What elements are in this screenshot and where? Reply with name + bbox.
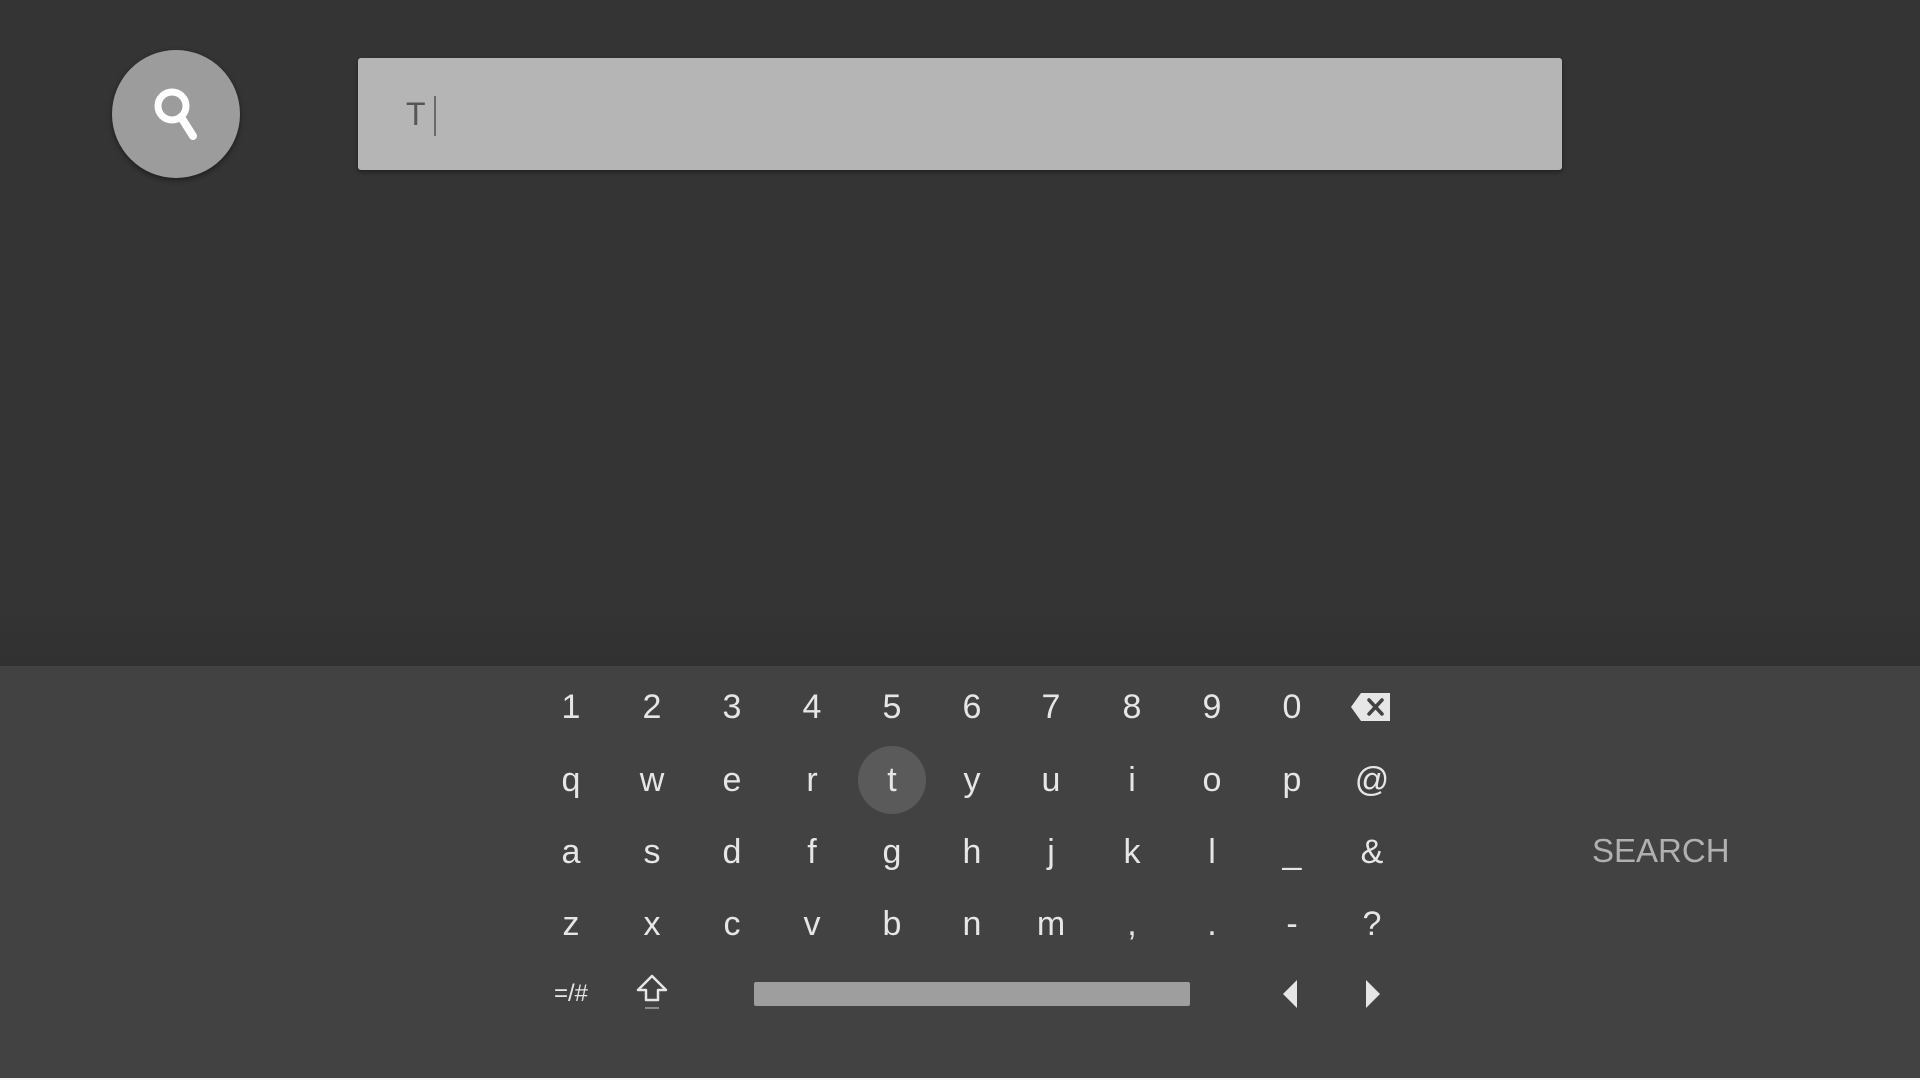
key-&[interactable]: & (1338, 818, 1406, 886)
key-9[interactable]: 9 (1178, 673, 1246, 741)
key-c[interactable]: c (698, 890, 766, 958)
key-t[interactable]: t (858, 746, 926, 814)
screen: T =/# SEARCH 1 2 3 4 5 6 7 8 9 0 q w e r t y u i o p @ a s d f g h… (0, 0, 1920, 1080)
key-w[interactable]: w (618, 746, 686, 814)
key-u[interactable]: u (1017, 746, 1085, 814)
key-r[interactable]: r (778, 746, 846, 814)
key-2[interactable]: 2 (618, 673, 686, 741)
key-3[interactable]: 3 (698, 673, 766, 741)
key-q[interactable]: q (537, 746, 605, 814)
key-l[interactable]: l (1178, 818, 1246, 886)
key-k[interactable]: k (1098, 818, 1166, 886)
key-m[interactable]: m (1017, 890, 1085, 958)
key-.[interactable]: . (1178, 890, 1246, 958)
key-d[interactable]: d (698, 818, 766, 886)
search-query-text: T (406, 96, 426, 132)
key-,[interactable]: , (1098, 890, 1166, 958)
text-caret (434, 96, 436, 136)
key-b[interactable]: b (858, 890, 926, 958)
key--[interactable]: - (1258, 890, 1326, 958)
key-p[interactable]: p (1258, 746, 1326, 814)
search-orb[interactable] (112, 50, 240, 178)
key-a[interactable]: a (537, 818, 605, 886)
key-1[interactable]: 1 (537, 673, 605, 741)
shift-icon (636, 974, 668, 1009)
key-y[interactable]: y (938, 746, 1006, 814)
backspace-key[interactable] (1337, 673, 1405, 741)
search-input[interactable]: T (358, 58, 1562, 170)
arrow-left-icon (1283, 980, 1297, 1008)
arrow-right-icon (1366, 980, 1380, 1008)
key-s[interactable]: s (618, 818, 686, 886)
key-n[interactable]: n (938, 890, 1006, 958)
key-x[interactable]: x (618, 890, 686, 958)
cursor-left-key[interactable] (1256, 960, 1324, 1028)
search-action-button[interactable]: SEARCH (1592, 826, 1730, 876)
key-f[interactable]: f (778, 818, 846, 886)
key-@[interactable]: @ (1338, 746, 1406, 814)
search-icon (154, 88, 197, 140)
key-8[interactable]: 8 (1098, 673, 1166, 741)
symbols-key[interactable]: =/# (537, 960, 605, 1028)
key-v[interactable]: v (778, 890, 846, 958)
cursor-right-key[interactable] (1339, 960, 1407, 1028)
key-6[interactable]: 6 (938, 673, 1006, 741)
key-j[interactable]: j (1017, 818, 1085, 886)
key-?[interactable]: ? (1338, 890, 1406, 958)
key-4[interactable]: 4 (778, 673, 846, 741)
key-h[interactable]: h (938, 818, 1006, 886)
key-o[interactable]: o (1178, 746, 1246, 814)
backspace-icon (1351, 693, 1390, 721)
shift-key[interactable] (618, 958, 686, 1026)
space-bar[interactable] (754, 982, 1190, 1006)
key-g[interactable]: g (858, 818, 926, 886)
key-7[interactable]: 7 (1017, 673, 1085, 741)
key-5[interactable]: 5 (858, 673, 926, 741)
key-e[interactable]: e (698, 746, 766, 814)
key-0[interactable]: 0 (1258, 673, 1326, 741)
key-z[interactable]: z (537, 890, 605, 958)
key-_[interactable]: _ (1258, 818, 1326, 886)
key-i[interactable]: i (1098, 746, 1166, 814)
